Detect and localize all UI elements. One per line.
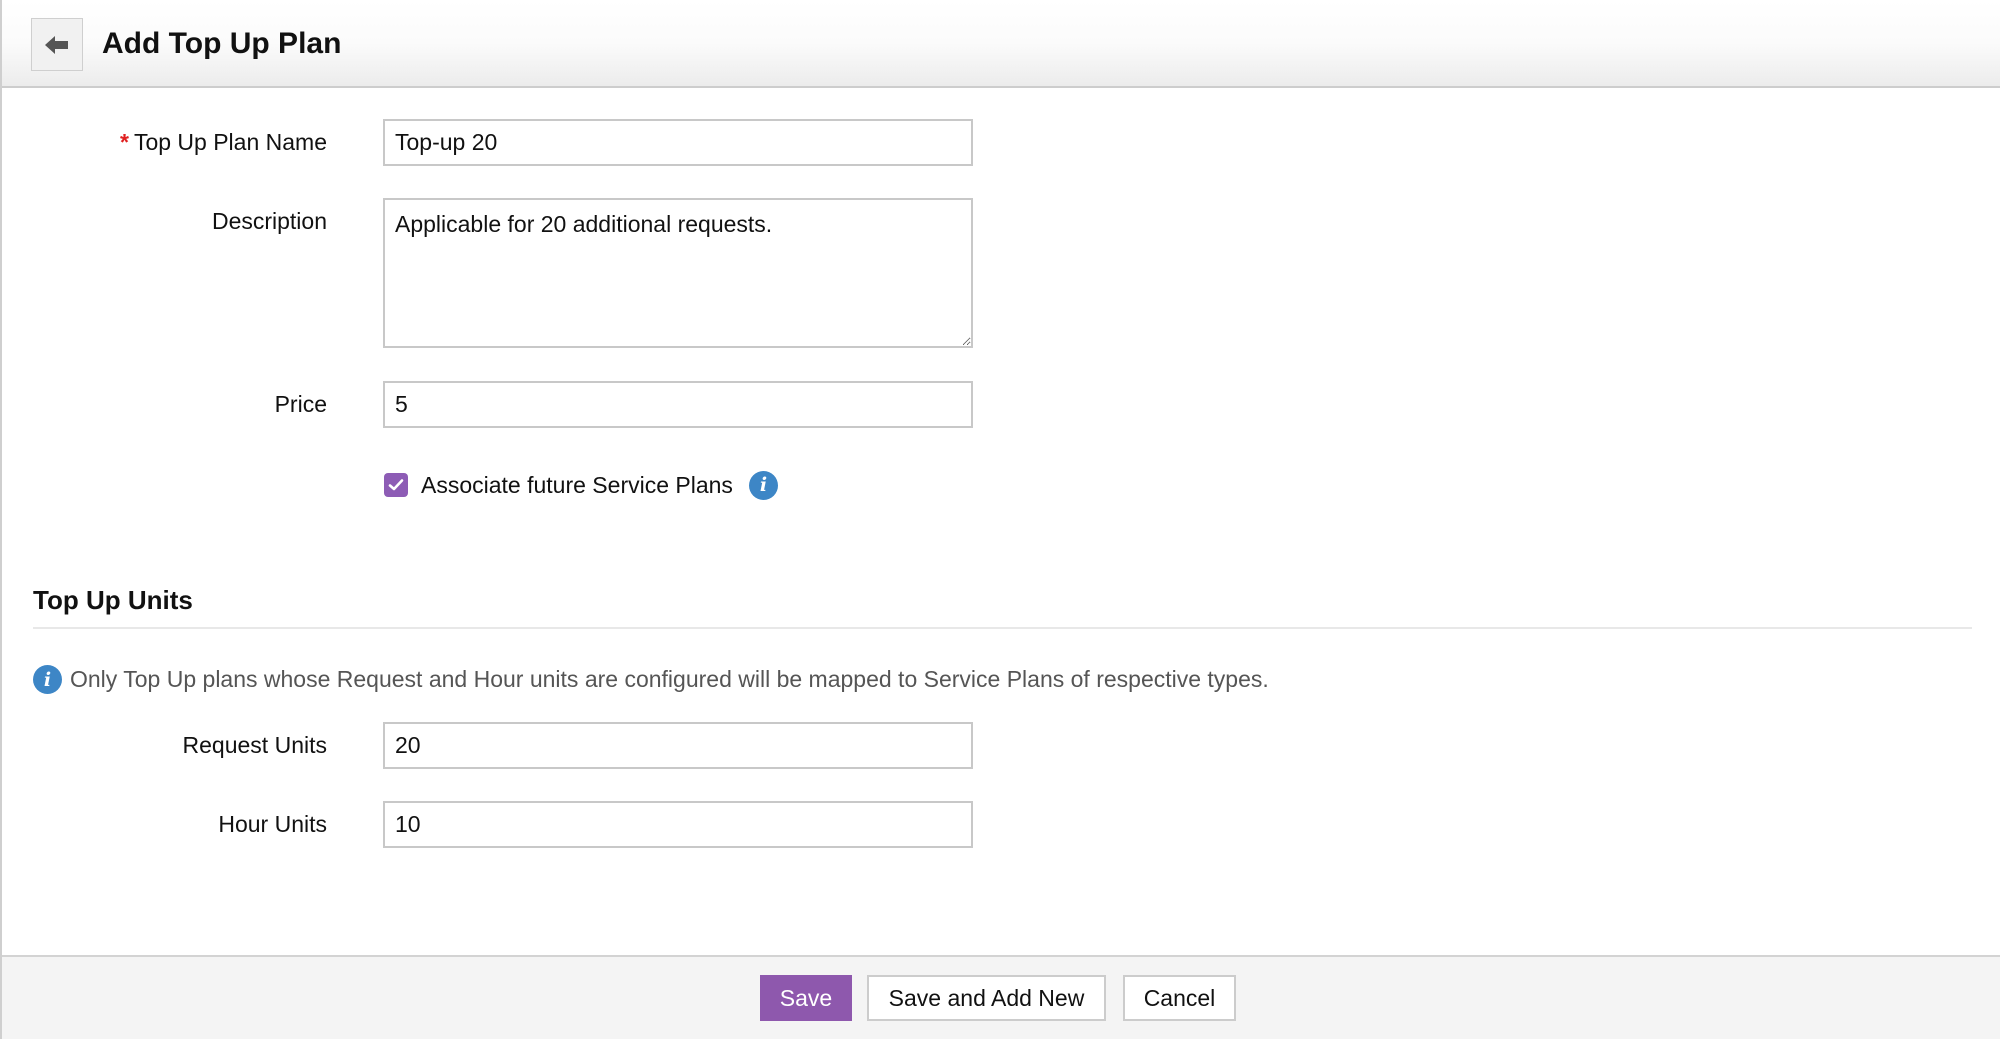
request-units-label: Request Units: [182, 732, 327, 758]
info-note-text: Only Top Up plans whose Request and Hour…: [70, 666, 1269, 692]
required-marker: *: [120, 129, 129, 155]
page-title: Add Top Up Plan: [102, 27, 342, 60]
associate-service-plans-checkbox[interactable]: [384, 473, 408, 497]
info-icon[interactable]: i: [748, 470, 778, 500]
checkmark-icon: [388, 479, 404, 491]
section-divider: [33, 627, 1972, 629]
page-header: Add Top Up Plan: [2, 0, 2000, 88]
back-button[interactable]: [31, 18, 83, 71]
arrow-left-icon: [45, 35, 68, 54]
hour-units-input[interactable]: [383, 801, 973, 848]
hour-units-label: Hour Units: [218, 811, 327, 837]
price-input[interactable]: [383, 381, 973, 428]
associate-service-plans-label[interactable]: Associate future Service Plans: [421, 472, 733, 499]
cancel-button[interactable]: Cancel: [1123, 975, 1236, 1021]
info-note: i Only Top Up plans whose Request and Ho…: [33, 665, 1269, 694]
request-units-input[interactable]: [383, 722, 973, 769]
info-icon: i: [33, 665, 62, 694]
save-button[interactable]: Save: [760, 975, 852, 1021]
plan-name-input[interactable]: [383, 119, 973, 166]
page: Add Top Up Plan *Top Up Plan Name Descri…: [0, 0, 2000, 1039]
section-title-top-up-units: Top Up Units: [33, 585, 193, 615]
save-and-add-new-button[interactable]: Save and Add New: [867, 975, 1106, 1021]
associate-service-plans-row: Associate future Service Plans i: [384, 470, 778, 500]
form-footer: Save Save and Add New Cancel: [2, 955, 2000, 1039]
price-label: Price: [274, 391, 327, 417]
description-label: Description: [211, 208, 327, 234]
plan-name-label: * Top Up Plan Name: [120, 129, 327, 155]
description-textarea[interactable]: Applicable for 20 additional requests.: [383, 198, 973, 348]
